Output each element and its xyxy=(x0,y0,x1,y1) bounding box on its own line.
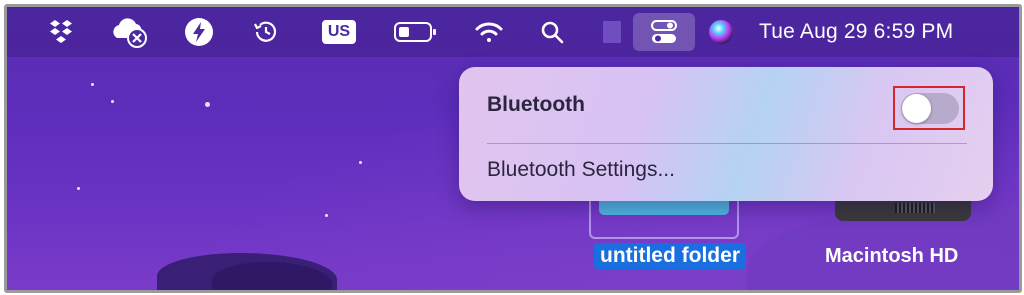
wallpaper-star xyxy=(325,214,328,217)
wifi-icon[interactable] xyxy=(469,7,509,57)
bluetooth-panel: Bluetooth Bluetooth Settings... xyxy=(459,67,993,201)
icloud-disconnected-icon[interactable] xyxy=(107,7,151,57)
folder-icon[interactable] xyxy=(589,195,739,239)
wallpaper-star xyxy=(359,161,362,164)
menubar-clock[interactable]: Tue Aug 29 6:59 PM xyxy=(759,7,953,57)
toggle-knob[interactable] xyxy=(902,94,931,123)
bluetooth-toggle-highlight xyxy=(893,86,965,130)
bluetooth-title: Bluetooth xyxy=(487,93,585,116)
battery-icon[interactable] xyxy=(391,7,441,57)
dropbox-icon[interactable] xyxy=(45,7,77,57)
wallpaper-star xyxy=(111,100,114,103)
panel-divider xyxy=(487,143,967,144)
menu-bar: US Tue Aug 29 6:59 PM xyxy=(7,7,1019,57)
wallpaper-star xyxy=(91,83,94,86)
lightning-icon[interactable] xyxy=(181,7,217,57)
spotlight-search-icon[interactable] xyxy=(535,7,569,57)
desktop-disk-label[interactable]: Macintosh HD xyxy=(825,245,958,268)
input-source-label: US xyxy=(321,20,357,44)
time-machine-icon[interactable] xyxy=(249,7,283,57)
menubar-extra-icon[interactable] xyxy=(599,7,625,57)
keyboard-input-source[interactable]: US xyxy=(317,7,361,57)
control-center-icon[interactable] xyxy=(633,13,695,51)
desktop-folder-label[interactable]: untitled folder xyxy=(594,243,746,269)
bluetooth-settings-link[interactable]: Bluetooth Settings... xyxy=(487,158,675,182)
siri-icon[interactable] xyxy=(703,7,739,57)
screen: US Tue Aug 29 6:59 PM untitled folder Ma… xyxy=(4,4,1022,293)
wallpaper-star xyxy=(77,187,80,190)
bluetooth-toggle[interactable] xyxy=(901,93,959,124)
wallpaper-star xyxy=(205,102,210,107)
